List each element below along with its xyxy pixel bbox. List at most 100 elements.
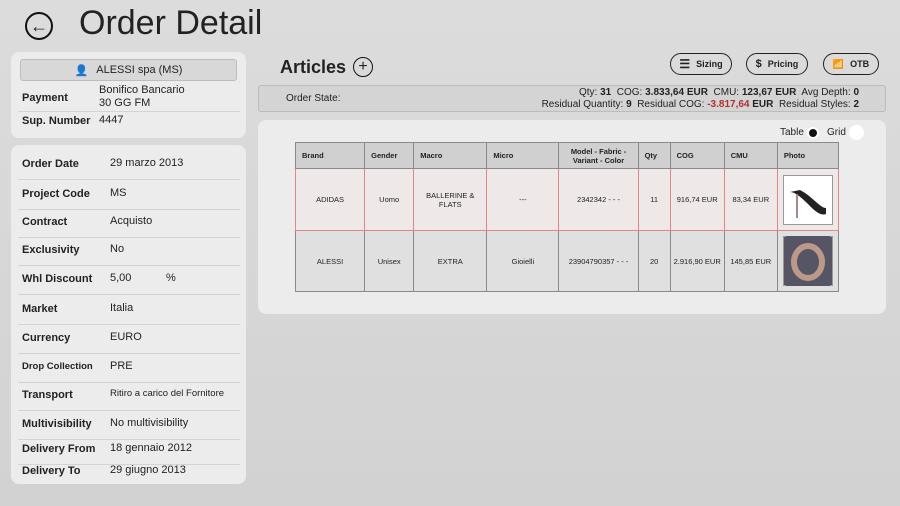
otb-button[interactable]: 📶 OTB bbox=[823, 53, 879, 75]
add-article-button[interactable]: + bbox=[353, 57, 373, 77]
column-header[interactable]: Macro bbox=[413, 142, 488, 169]
divider bbox=[18, 439, 240, 440]
otb-label: OTB bbox=[850, 59, 870, 69]
back-button[interactable]: ← bbox=[25, 12, 53, 40]
page-title: Order Detail bbox=[79, 4, 263, 42]
detail-unit: % bbox=[166, 272, 176, 284]
cell-qty: 20 bbox=[637, 230, 671, 292]
cell-cog: 916,74 EUR bbox=[669, 168, 725, 231]
column-header[interactable]: COG bbox=[669, 142, 725, 169]
list-icon: ☰ bbox=[679, 57, 691, 71]
detail-label: Whl Discount bbox=[22, 273, 93, 285]
divider bbox=[18, 111, 240, 112]
detail-value: 29 giugno 2013 bbox=[110, 464, 186, 476]
payment-value-2: 30 GG FM bbox=[99, 97, 151, 109]
table-row[interactable]: ADIDAS Uomo BALLERINE & FLATS --- 2342342 - … bbox=[294, 168, 840, 231]
divider bbox=[18, 179, 240, 180]
cell-cmu: 83,34 EUR bbox=[723, 168, 778, 231]
column-header[interactable]: Qty bbox=[637, 142, 671, 169]
column-header[interactable]: CMU bbox=[723, 142, 778, 169]
order-residuals: Residual Quantity: 9 Residual COG: -3.81… bbox=[541, 99, 859, 110]
cell-qty: 11 bbox=[637, 168, 671, 231]
order-totals: Qty: 31 COG: 3.833,64 EUR CMU: 123,67 EU… bbox=[578, 87, 859, 98]
detail-label: Exclusivity bbox=[22, 244, 80, 256]
detail-value: No bbox=[110, 243, 125, 255]
column-header[interactable]: Gender bbox=[364, 142, 415, 169]
cell-brand: ALESSI bbox=[294, 230, 366, 292]
cell-micro: --- bbox=[486, 168, 560, 231]
detail-value: MS bbox=[110, 187, 127, 199]
divider bbox=[18, 237, 240, 238]
sizing-button[interactable]: ☰ Sizing bbox=[670, 53, 732, 75]
column-header[interactable]: Model - Fabric - Variant - Color bbox=[558, 142, 639, 169]
detail-label: Multivisibility bbox=[22, 418, 92, 430]
column-header[interactable]: Micro bbox=[486, 142, 560, 169]
detail-label: Drop Collection bbox=[22, 361, 93, 372]
detail-label: Order Date bbox=[22, 158, 79, 170]
cell-macro: BALLERINE & FLATS bbox=[413, 168, 488, 231]
cell-micro: Gioielli bbox=[486, 230, 560, 292]
product-photo[interactable] bbox=[782, 236, 833, 286]
table-view-radio[interactable] bbox=[806, 126, 819, 139]
cell-gender: Unisex bbox=[364, 230, 415, 292]
supplier-button[interactable]: 👤 ALESSI spa (MS) bbox=[20, 59, 237, 81]
detail-label: Delivery From bbox=[22, 443, 96, 455]
plus-icon: + bbox=[358, 58, 368, 75]
dollar-icon: $ bbox=[755, 58, 762, 70]
grid-view-label: Grid bbox=[827, 127, 846, 139]
arrow-left-icon: ← bbox=[30, 16, 48, 36]
detail-value: Italia bbox=[110, 302, 134, 314]
divider bbox=[18, 353, 240, 354]
bracelet-icon bbox=[785, 236, 830, 286]
cell-photo[interactable] bbox=[776, 230, 840, 292]
sup-number-value: 4447 bbox=[99, 114, 124, 126]
supplier-name: ALESSI spa (MS) bbox=[96, 64, 183, 76]
detail-value: Acquisto bbox=[110, 215, 153, 227]
order-state-label: Order State: bbox=[286, 93, 341, 104]
detail-value: No multivisibility bbox=[110, 417, 189, 429]
sizing-label: Sizing bbox=[696, 59, 723, 69]
divider bbox=[18, 265, 240, 266]
detail-label: Contract bbox=[22, 216, 68, 228]
detail-label: Market bbox=[22, 303, 58, 315]
cell-brand: ADIDAS bbox=[294, 168, 366, 231]
cell-macro: EXTRA bbox=[413, 230, 488, 292]
user-icon: 👤 bbox=[74, 64, 89, 77]
shoe-icon bbox=[789, 189, 826, 218]
detail-label: Transport bbox=[22, 389, 73, 401]
grid-view-radio[interactable] bbox=[848, 125, 864, 140]
divider bbox=[18, 382, 240, 383]
payment-value-1: Bonifico Bancario bbox=[99, 84, 185, 96]
detail-label: Project Code bbox=[22, 188, 90, 200]
cell-model: 2342342 - - - bbox=[558, 168, 639, 231]
detail-value: Ritiro a carico del Fornitore bbox=[110, 388, 225, 399]
column-header[interactable]: Photo bbox=[776, 142, 840, 169]
cell-cmu: 145,85 EUR bbox=[723, 230, 778, 292]
detail-label: Delivery To bbox=[22, 465, 81, 477]
divider bbox=[18, 410, 240, 411]
view-toggle: Table Grid bbox=[780, 125, 864, 140]
articles-table: Brand Gender Macro Micro Model - Fabric - Va… bbox=[294, 142, 840, 292]
pricing-label: Pricing bbox=[767, 59, 799, 69]
pricing-button[interactable]: $ Pricing bbox=[746, 53, 808, 75]
detail-label: Currency bbox=[22, 332, 71, 344]
table-row[interactable]: ALESSI Unisex EXTRA Gioielli 23904790357 - -… bbox=[294, 230, 840, 292]
divider bbox=[18, 324, 240, 325]
divider bbox=[18, 294, 240, 295]
articles-title: Articles bbox=[280, 57, 347, 77]
cell-photo[interactable] bbox=[776, 168, 840, 231]
table-view-label: Table bbox=[780, 127, 804, 139]
sup-number-label: Sup. Number bbox=[22, 115, 91, 127]
cell-cog: 2.916,90 EUR bbox=[669, 230, 725, 292]
detail-value: 18 gennaio 2012 bbox=[110, 442, 192, 454]
detail-value: EURO bbox=[110, 331, 142, 343]
cell-gender: Uomo bbox=[364, 168, 415, 231]
chart-icon: 📶 bbox=[832, 58, 845, 69]
divider bbox=[18, 209, 240, 210]
detail-value: PRE bbox=[110, 360, 133, 372]
column-header[interactable]: Brand bbox=[294, 142, 366, 169]
detail-value: 5,00 bbox=[110, 272, 132, 284]
product-photo[interactable] bbox=[782, 174, 833, 225]
payment-label: Payment bbox=[22, 92, 68, 104]
order-state-bar: Order State: Qty: 31 COG: 3.833,64 EUR C… bbox=[258, 85, 886, 112]
